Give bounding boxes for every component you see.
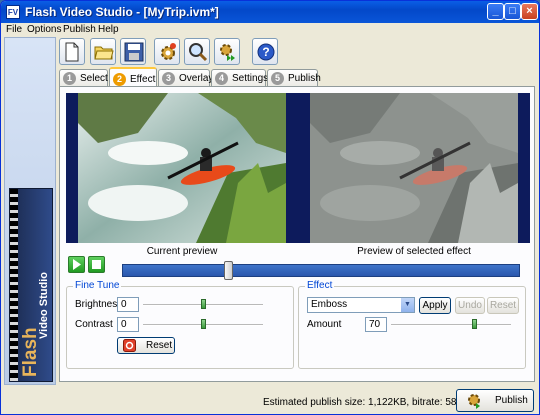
new-button[interactable] xyxy=(59,38,85,65)
brand-logo: Flash Video Studio xyxy=(9,188,53,382)
tab-overlay[interactable]: 3 Overlay xyxy=(158,69,214,86)
app-window: FV Flash Video Studio - [MyTrip.ivm*] _ … xyxy=(0,0,540,415)
publish-button[interactable]: Publish xyxy=(456,389,534,412)
amount-label: Amount xyxy=(307,319,342,330)
magnifier-icon xyxy=(189,43,208,62)
fine-tune-title: Fine Tune xyxy=(73,280,122,291)
save-disk-icon xyxy=(124,42,144,62)
tab-label: Effect xyxy=(130,74,156,85)
svg-text:?: ? xyxy=(262,45,269,59)
publish-gear-icon xyxy=(220,44,235,61)
tab-label: Select xyxy=(80,73,108,84)
contrast-label: Contrast xyxy=(75,319,113,330)
effect-select[interactable]: Emboss ▼ xyxy=(307,297,415,313)
amount-track[interactable] xyxy=(391,319,511,329)
stop-button[interactable] xyxy=(88,256,105,273)
tab-label: Publish xyxy=(288,73,321,84)
tab-settings[interactable]: 4 Settings xyxy=(211,69,269,86)
help-button[interactable]: ? xyxy=(252,38,278,65)
menu-options[interactable]: Options xyxy=(27,24,61,35)
save-button[interactable] xyxy=(120,38,146,65)
publish-label: Publish xyxy=(495,395,528,406)
tab-label: Overlay xyxy=(179,73,214,84)
tab-number: 4 xyxy=(215,72,228,85)
effect-reset-button[interactable]: Reset xyxy=(487,297,519,314)
menu-publish[interactable]: Publish xyxy=(63,24,96,35)
tab-publish[interactable]: 5 Publish xyxy=(267,69,321,86)
open-folder-icon xyxy=(94,46,114,60)
title-bar[interactable]: FV Flash Video Studio - [MyTrip.ivm*] _ … xyxy=(1,1,539,23)
preview-zoom-button[interactable] xyxy=(184,38,210,65)
settings-button[interactable] xyxy=(154,38,180,65)
publish-tool-button[interactable] xyxy=(214,38,240,65)
effect-select-value: Emboss xyxy=(311,299,348,310)
play-button[interactable] xyxy=(68,256,85,273)
contrast-input[interactable] xyxy=(117,317,139,332)
maximize-button[interactable]: □ xyxy=(504,3,521,20)
tab-effect[interactable]: 2 Effect xyxy=(109,67,157,87)
timeline-slider[interactable] xyxy=(122,261,520,280)
publish-gear-icon xyxy=(468,394,480,409)
play-icon xyxy=(73,259,81,270)
window-title: Flash Video Studio - [MyTrip.ivm*] xyxy=(25,5,219,19)
fine-tune-reset-button[interactable]: Reset xyxy=(117,337,175,354)
contrast-thumb[interactable] xyxy=(201,319,206,329)
effect-preview-label: Preview of selected effect xyxy=(357,246,471,257)
effect-preview-frame xyxy=(298,93,530,243)
contrast-track[interactable] xyxy=(143,319,263,329)
tab-number: 1 xyxy=(63,72,76,85)
current-preview-video xyxy=(78,93,286,243)
tab-select[interactable]: 1 Select xyxy=(59,69,108,86)
menu-bar: File Options Publish Help xyxy=(1,23,539,36)
effect-preview-video xyxy=(310,93,518,243)
reset-icon xyxy=(123,339,136,352)
timeline-thumb[interactable] xyxy=(224,261,233,280)
effect-group: Effect Emboss ▼ Apply Undo Reset Amount xyxy=(298,280,526,369)
status-bar: Estimated publish size: 1,122KB, bitrate… xyxy=(1,387,539,414)
help-icon: ? xyxy=(257,43,275,61)
menu-help[interactable]: Help xyxy=(98,24,119,35)
tab-number: 5 xyxy=(271,72,284,85)
amount-input[interactable] xyxy=(365,317,387,332)
apply-button[interactable]: Apply xyxy=(419,297,451,314)
logo-text-video-studio: Video Studio xyxy=(38,271,50,339)
amount-thumb[interactable] xyxy=(472,319,477,329)
filmstrip-decoration xyxy=(10,189,18,381)
settings-gear-icon xyxy=(161,43,176,60)
brightness-label: Brightness xyxy=(75,299,123,310)
open-button[interactable] xyxy=(90,38,116,65)
app-icon: FV xyxy=(6,5,20,19)
new-file-icon xyxy=(65,42,79,62)
tab-number: 3 xyxy=(162,72,175,85)
current-preview-frame xyxy=(66,93,298,243)
stop-icon xyxy=(92,260,101,269)
brightness-input[interactable] xyxy=(117,297,139,312)
effect-title: Effect xyxy=(305,280,335,291)
tab-number: 2 xyxy=(113,73,126,86)
chevron-down-icon[interactable]: ▼ xyxy=(401,298,414,312)
undo-button[interactable]: Undo xyxy=(455,297,485,314)
minimize-button[interactable]: _ xyxy=(487,3,504,20)
close-button[interactable]: × xyxy=(521,3,538,20)
reset-label: Reset xyxy=(146,340,173,351)
menu-file[interactable]: File xyxy=(6,24,22,35)
left-panel: Flash Video Studio xyxy=(4,37,56,385)
brightness-thumb[interactable] xyxy=(201,299,206,309)
fine-tune-group: Fine Tune Brightness Contrast Reset xyxy=(66,280,294,369)
tab-label: Settings xyxy=(232,73,269,84)
brightness-track[interactable] xyxy=(143,299,263,309)
effect-page: Current preview Preview of selected effe… xyxy=(59,86,535,382)
